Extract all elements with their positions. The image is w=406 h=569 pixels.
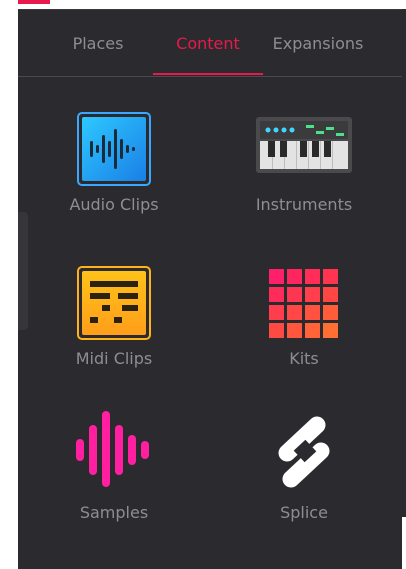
audio-clips-tile[interactable]: Audio Clips [34, 99, 194, 229]
samples-label: Samples [79, 503, 149, 522]
active-tab-indicator [153, 73, 263, 75]
midi-clips-tile[interactable]: Midi Clips [34, 253, 194, 383]
sample-waveform-icon [72, 411, 156, 487]
right-edge-strip [402, 9, 406, 517]
drum-pads-icon [269, 269, 339, 339]
waveform-icon [76, 111, 152, 187]
samples-tile[interactable]: Samples [34, 407, 194, 537]
midi-clip-icon [76, 265, 152, 341]
splice-tile[interactable]: Splice [224, 407, 384, 537]
tab-content[interactable]: Content [164, 33, 252, 77]
splice-logo-icon [269, 413, 339, 491]
panel-top-border [18, 9, 402, 10]
content-browser-panel: Places Content Expansions Audio Clips In… [18, 9, 402, 569]
tab-divider [18, 76, 402, 77]
kits-label: Kits [289, 349, 319, 368]
top-accent-bar [18, 0, 50, 4]
tab-expansions[interactable]: Expansions [266, 33, 370, 77]
instruments-tile[interactable]: Instruments [224, 99, 384, 229]
kits-tile[interactable]: Kits [224, 253, 384, 383]
tab-places[interactable]: Places [58, 33, 138, 77]
panel-resize-handle[interactable] [18, 212, 28, 330]
midi-clips-label: Midi Clips [75, 349, 153, 368]
audio-clips-label: Audio Clips [69, 195, 159, 214]
splice-label: Splice [280, 503, 328, 522]
keyboard-icon [256, 117, 352, 173]
instruments-label: Instruments [255, 195, 353, 214]
